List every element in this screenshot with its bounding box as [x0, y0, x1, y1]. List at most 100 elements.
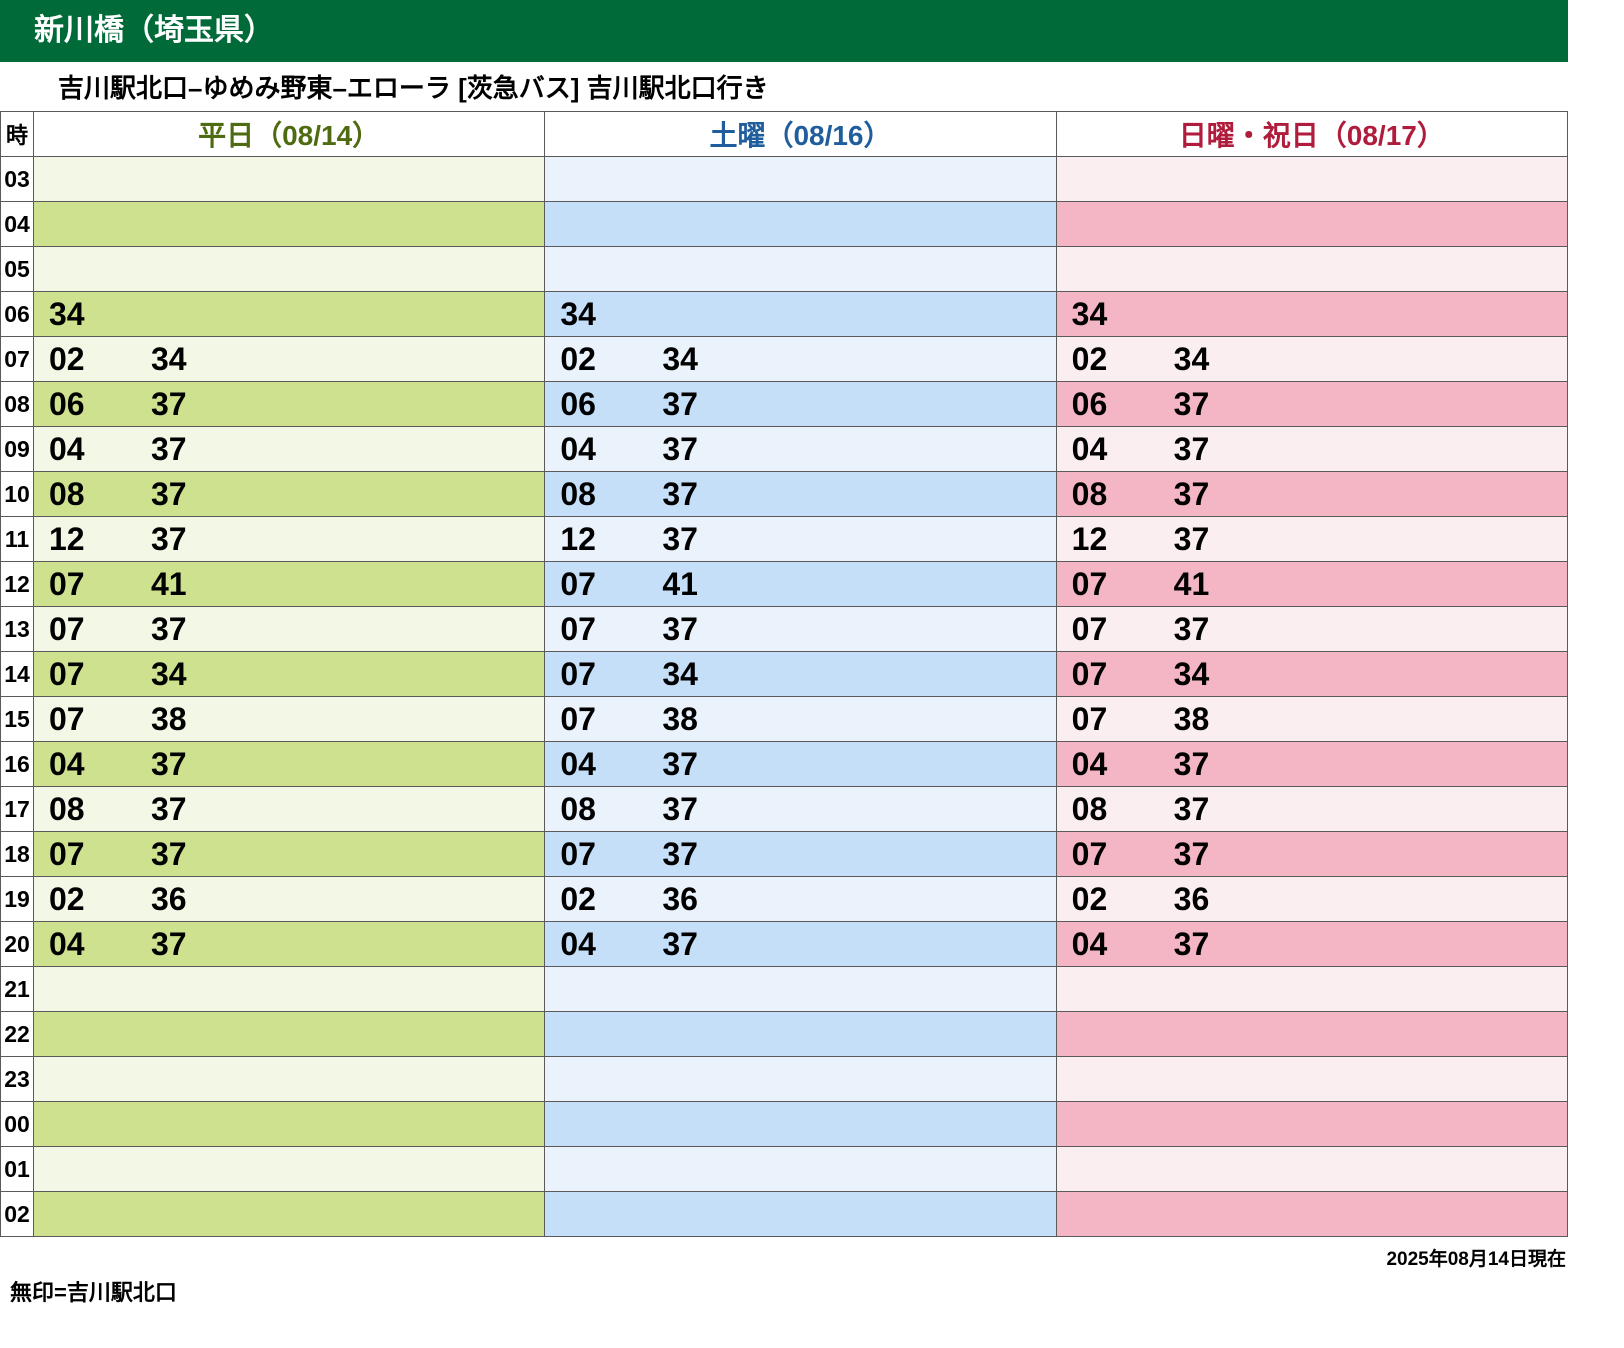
departure-minute: 04 — [560, 430, 596, 467]
hour-label: 17 — [0, 786, 34, 832]
timetable-row: 03 — [0, 156, 1569, 202]
hour-label: 07 — [0, 336, 34, 382]
timetable-row: 04 — [0, 201, 1569, 247]
holiday-cell: 07 34 — [1055, 651, 1569, 697]
hour-column-header: 時 — [0, 111, 34, 157]
holiday-cell — [1055, 966, 1569, 1012]
departure-minute: 04 — [48, 745, 85, 782]
timetable-row: 02 — [0, 1191, 1569, 1237]
weekday-cell: 04 37 — [32, 921, 546, 967]
hour-label: 06 — [0, 291, 34, 337]
weekday-cell — [32, 246, 546, 292]
departure-minute: 34 — [560, 295, 596, 332]
weekday-cell: 34 — [32, 291, 546, 337]
departure-minute: 34 — [48, 295, 85, 332]
departure-minute: 37 — [662, 745, 698, 782]
departure-minute: 37 — [662, 610, 698, 647]
departure-minute: 37 — [150, 610, 187, 647]
saturday-cell: 07 38 — [544, 696, 1057, 742]
timetable-row: 08 06 37 06 37 06 37 — [0, 381, 1569, 427]
departure-minute: 37 — [150, 790, 187, 827]
departure-minute: 37 — [150, 385, 187, 422]
departure-minute: 37 — [1173, 835, 1210, 872]
departure-minute: 38 — [150, 700, 187, 737]
route-title: 吉川駅北口–ゆめみ野東–エローラ [茨急バス] 吉川駅北口行き — [58, 73, 769, 103]
saturday-cell: 02 36 — [544, 876, 1057, 922]
departure-minute: 07 — [1071, 700, 1108, 737]
saturday-cell: 07 37 — [544, 831, 1057, 877]
holiday-cell — [1055, 246, 1569, 292]
departure-minute: 37 — [662, 790, 698, 827]
hour-label: 09 — [0, 426, 34, 472]
departure-minute: 02 — [1071, 880, 1108, 917]
departure-minute: 37 — [1173, 925, 1210, 962]
saturday-cell — [544, 1011, 1057, 1057]
departure-minute: 34 — [1173, 340, 1210, 377]
departure-minute: 34 — [150, 655, 187, 692]
timetable-row: 13 07 37 07 37 07 37 — [0, 606, 1569, 652]
holiday-cell: 34 — [1055, 291, 1569, 337]
departure-minute: 06 — [1071, 385, 1108, 422]
weekday-cell — [32, 1146, 546, 1192]
weekday-cell: 06 37 — [32, 381, 546, 427]
timetable-row: 10 08 37 08 37 08 37 — [0, 471, 1569, 517]
as-of-date: 2025年08月14日現在 — [1386, 1249, 1566, 1270]
hour-label: 03 — [0, 156, 34, 202]
legend-note: 無印=吉川駅北口 — [10, 1280, 177, 1305]
departure-minute: 08 — [48, 790, 85, 827]
saturday-cell: 34 — [544, 291, 1057, 337]
stop-name: 新川橋（埼玉県） — [34, 14, 274, 47]
saturday-cell — [544, 966, 1057, 1012]
holiday-cell: 07 38 — [1055, 696, 1569, 742]
saturday-cell — [544, 1056, 1057, 1102]
weekday-cell — [32, 1056, 546, 1102]
departure-minute: 07 — [560, 700, 596, 737]
saturday-cell: 04 37 — [544, 741, 1057, 787]
weekday-cell: 04 37 — [32, 426, 546, 472]
holiday-cell: 02 34 — [1055, 336, 1569, 382]
weekday-cell: 08 37 — [32, 786, 546, 832]
hour-label: 20 — [0, 921, 34, 967]
departure-minute: 07 — [48, 700, 85, 737]
departure-minute: 37 — [662, 430, 698, 467]
departure-minute: 07 — [48, 610, 85, 647]
hour-label: 04 — [0, 201, 34, 247]
timetable-header-row: 時 平日（08/14） 土曜（08/16） 日曜・祝日（08/17） — [0, 111, 1569, 157]
weekday-cell: 08 37 — [32, 471, 546, 517]
departure-minute: 02 — [560, 880, 596, 917]
saturday-cell — [544, 156, 1057, 202]
saturday-cell — [544, 201, 1057, 247]
departure-minute: 08 — [1071, 475, 1108, 512]
departure-minute: 12 — [1071, 520, 1108, 557]
departure-minute: 07 — [560, 610, 596, 647]
departure-minute: 37 — [1173, 610, 1210, 647]
departure-minute: 04 — [560, 745, 596, 782]
departure-minute: 07 — [1071, 835, 1108, 872]
departure-minute: 37 — [150, 925, 187, 962]
departure-minute: 08 — [560, 790, 596, 827]
departure-minute: 04 — [560, 925, 596, 962]
departure-minute: 37 — [1173, 520, 1210, 557]
holiday-cell — [1055, 1191, 1569, 1237]
hour-label: 05 — [0, 246, 34, 292]
saturday-cell: 07 37 — [544, 606, 1057, 652]
saturday-cell: 04 37 — [544, 921, 1057, 967]
weekday-cell — [32, 1011, 546, 1057]
departure-minute: 12 — [560, 520, 596, 557]
departure-minute: 37 — [150, 430, 187, 467]
holiday-cell: 07 37 — [1055, 831, 1569, 877]
holiday-column-header: 日曜・祝日（08/17） — [1055, 111, 1569, 157]
hour-label: 13 — [0, 606, 34, 652]
saturday-column-header: 土曜（08/16） — [544, 111, 1057, 157]
departure-minute: 04 — [1071, 430, 1108, 467]
weekday-cell: 12 37 — [32, 516, 546, 562]
weekday-cell: 02 34 — [32, 336, 546, 382]
hour-label: 19 — [0, 876, 34, 922]
holiday-cell: 06 37 — [1055, 381, 1569, 427]
holiday-cell — [1055, 1056, 1569, 1102]
departure-minute: 08 — [1071, 790, 1108, 827]
departure-minute: 36 — [150, 880, 187, 917]
hour-label: 12 — [0, 561, 34, 607]
timetable-row: 00 — [0, 1101, 1569, 1147]
holiday-cell — [1055, 1011, 1569, 1057]
